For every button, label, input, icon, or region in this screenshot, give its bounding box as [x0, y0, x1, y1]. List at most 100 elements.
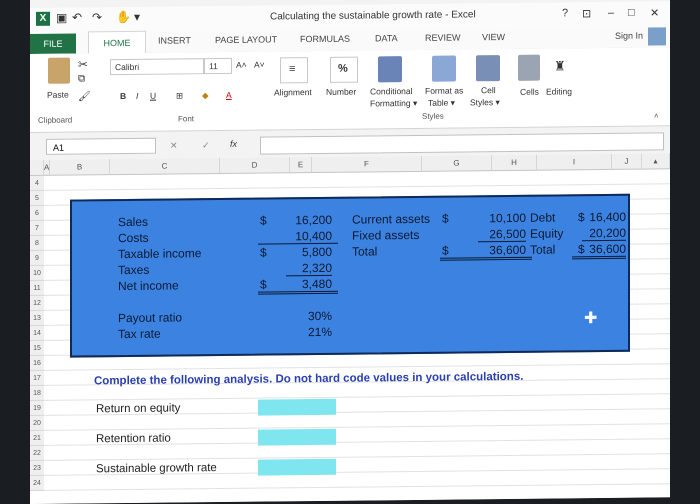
row-header[interactable]: 9: [30, 250, 44, 266]
currency-net-income: $: [260, 277, 267, 292]
label-debt: Debt: [530, 210, 556, 225]
row-header[interactable]: 12: [30, 295, 44, 311]
binoculars-icon[interactable]: ♜: [554, 58, 566, 74]
font-color-icon[interactable]: A: [226, 90, 232, 100]
column-header-b[interactable]: B: [50, 159, 110, 176]
collapse-ribbon-icon[interactable]: ˄: [654, 111, 659, 120]
conditional-formatting-button[interactable]: Conditional: [370, 86, 413, 96]
borders-icon[interactable]: ⊞: [176, 90, 183, 101]
row-header[interactable]: 19: [30, 400, 44, 416]
italic-button[interactable]: I: [136, 91, 138, 101]
tab-data[interactable]: DATA: [375, 33, 398, 43]
save-icon[interactable]: ▣: [56, 11, 67, 25]
row-header[interactable]: 16: [30, 355, 44, 371]
grow-font-button[interactable]: A˄: [236, 60, 247, 70]
cut-icon[interactable]: ✂: [78, 57, 88, 71]
row-header[interactable]: 7: [30, 220, 44, 236]
label-costs: Costs: [118, 230, 149, 246]
name-box[interactable]: A1: [46, 137, 156, 155]
confirm-entry-icon[interactable]: ✓: [202, 140, 210, 151]
select-all-corner[interactable]: [30, 159, 44, 176]
font-size-select[interactable]: 11: [204, 57, 232, 75]
tab-view[interactable]: VIEW: [482, 32, 505, 42]
ribbon-options-icon[interactable]: ⊡: [582, 7, 591, 20]
conditional-formatting-icon[interactable]: [378, 56, 402, 83]
restore-button[interactable]: □: [628, 7, 635, 19]
column-header-j[interactable]: J: [612, 153, 642, 170]
label-tax-rate: Tax rate: [118, 326, 161, 342]
column-header-h[interactable]: H: [492, 154, 537, 172]
tab-file[interactable]: FILE: [30, 33, 76, 54]
row-header[interactable]: 17: [30, 370, 44, 386]
currency-current-assets: $: [442, 211, 449, 226]
alignment-button[interactable]: Alignment: [274, 87, 312, 97]
fill-color-icon[interactable]: ◆: [202, 90, 209, 101]
shrink-font-button[interactable]: A˅: [254, 60, 265, 70]
value-tax-rate: 21%: [307, 324, 332, 340]
close-button[interactable]: ✕: [650, 6, 659, 19]
percent-format-icon[interactable]: %: [330, 56, 358, 83]
cell-styles-button[interactable]: Cell: [481, 85, 496, 95]
row-header[interactable]: 15: [30, 340, 44, 356]
row-header[interactable]: 8: [30, 235, 44, 251]
cell-styles-icon[interactable]: [476, 55, 500, 82]
touch-mode-icon[interactable]: ✋: [116, 10, 131, 24]
column-header-f[interactable]: F: [312, 155, 422, 174]
number-button[interactable]: Number: [326, 87, 356, 97]
row-header[interactable]: 5: [30, 190, 44, 206]
row-header[interactable]: 13: [30, 310, 44, 326]
user-avatar-icon[interactable]: [648, 27, 666, 46]
tab-home[interactable]: HOME: [88, 30, 146, 55]
label-net-income: Net income: [118, 278, 179, 294]
tab-insert[interactable]: INSERT: [158, 35, 191, 45]
row-header[interactable]: 10: [30, 265, 44, 281]
column-header-g[interactable]: G: [422, 155, 492, 172]
undo-icon[interactable]: ↶: [72, 10, 82, 24]
paste-button[interactable]: Paste: [47, 90, 69, 100]
column-header-e[interactable]: E: [290, 157, 312, 174]
cells-icon[interactable]: [518, 54, 540, 81]
column-header-d[interactable]: D: [220, 157, 290, 175]
row-header[interactable]: 4: [30, 175, 44, 191]
formula-input[interactable]: [260, 132, 664, 155]
cancel-entry-icon[interactable]: ✕: [170, 140, 178, 151]
insert-function-button[interactable]: fx: [230, 139, 237, 149]
cells-button[interactable]: Cells: [520, 87, 539, 97]
tab-formulas[interactable]: FORMULAS: [300, 34, 350, 45]
redo-icon[interactable]: ↷: [92, 10, 102, 24]
sign-in-link[interactable]: Sign In: [615, 31, 643, 41]
help-button[interactable]: ?: [562, 7, 568, 19]
format-as-table-icon[interactable]: [432, 55, 456, 82]
format-painter-icon[interactable]: 🖌: [78, 91, 91, 102]
row-header[interactable]: 24: [30, 475, 44, 491]
column-header-i[interactable]: I: [537, 153, 612, 171]
row-header[interactable]: 20: [30, 415, 44, 431]
bold-button[interactable]: B: [120, 91, 126, 101]
editing-button[interactable]: Editing: [546, 86, 572, 96]
column-header-c[interactable]: C: [110, 158, 220, 176]
underline-button[interactable]: U: [150, 91, 156, 101]
label-assets-total: Total: [352, 244, 378, 259]
row-header[interactable]: 21: [30, 430, 44, 446]
value-current-assets: 10,100: [489, 210, 526, 226]
row-header[interactable]: 23: [30, 460, 44, 476]
scroll-up-icon[interactable]: ▴: [642, 153, 670, 170]
row-header[interactable]: 6: [30, 205, 44, 221]
return-on-equity-input[interactable]: [258, 398, 336, 416]
alignment-icon[interactable]: ≡: [280, 57, 308, 84]
minimize-button[interactable]: –: [608, 7, 614, 19]
row-header[interactable]: 18: [30, 385, 44, 401]
font-name-select[interactable]: Calibri: [110, 58, 204, 76]
paste-icon[interactable]: [48, 57, 70, 84]
tab-review[interactable]: REVIEW: [425, 32, 461, 42]
format-as-table-button[interactable]: Format as: [425, 85, 463, 95]
customize-qa-icon[interactable]: ▾: [134, 10, 140, 24]
row-header[interactable]: 14: [30, 325, 44, 341]
row-header[interactable]: 11: [30, 280, 44, 296]
retention-ratio-input[interactable]: [258, 428, 336, 446]
tab-page-layout[interactable]: PAGE LAYOUT: [215, 34, 277, 45]
row-header[interactable]: 22: [30, 445, 44, 461]
copy-icon[interactable]: ⧉: [78, 73, 85, 84]
worksheet-grid[interactable]: A B C D E F G H I J ▴ 4 5 6 7 8 9 10 11 12 13 14 15…: [30, 153, 670, 504]
sustainable-growth-rate-input[interactable]: [258, 458, 336, 476]
